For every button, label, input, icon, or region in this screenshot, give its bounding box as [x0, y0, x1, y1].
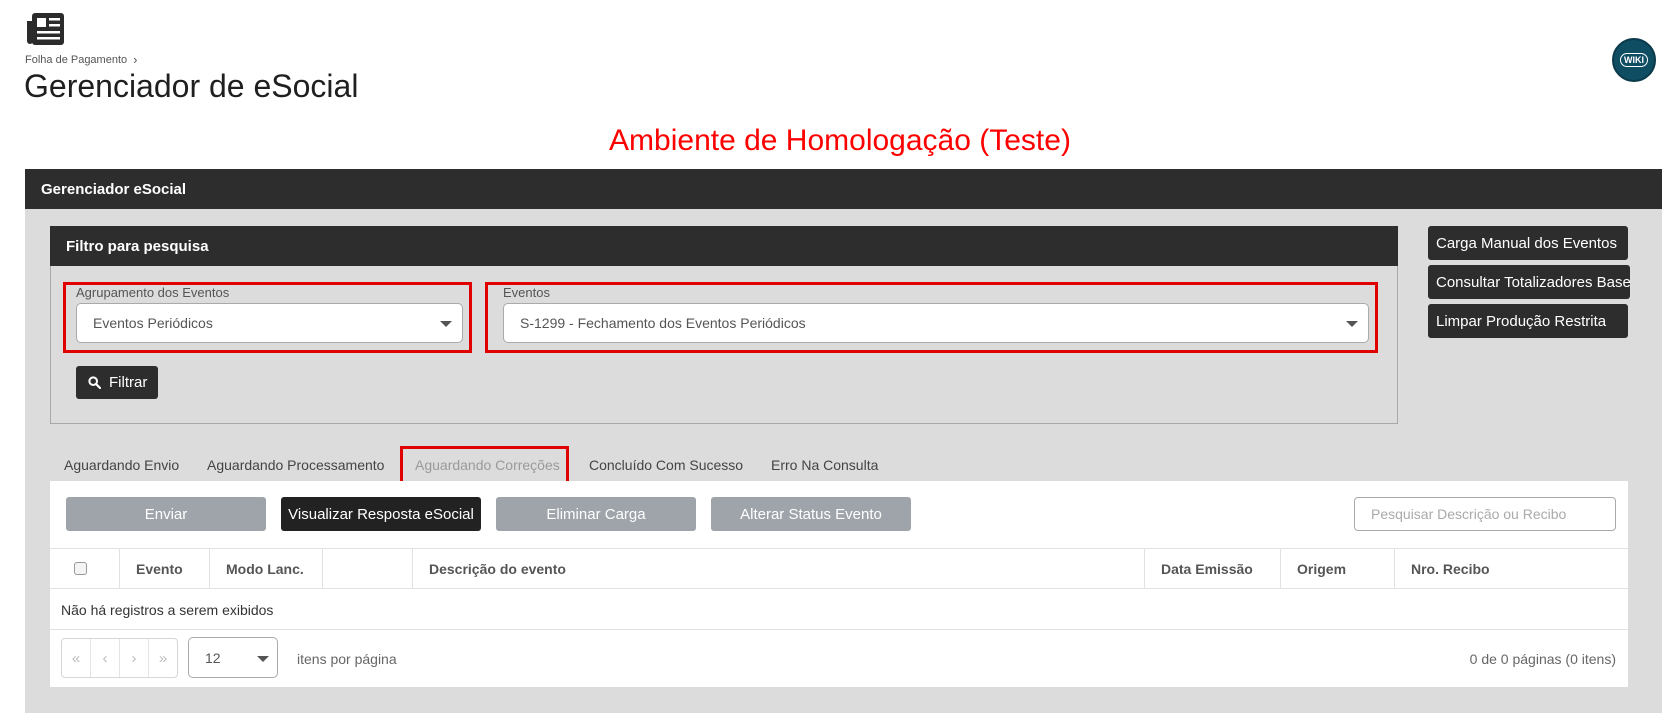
filter-header: Filtro para pesquisa [50, 226, 1398, 266]
pager-divider [50, 629, 1628, 630]
breadcrumb: Folha de Pagamento › [25, 52, 137, 67]
filter-button-label: Filtrar [109, 374, 148, 391]
grouping-label: Agrupamento dos Eventos [76, 285, 230, 300]
next-page-icon[interactable]: › [120, 639, 149, 677]
tab-concluido-com-sucesso[interactable]: Concluído Com Sucesso [589, 457, 743, 473]
select-all-checkbox[interactable] [74, 562, 87, 575]
filter-title: Filtro para pesquisa [66, 237, 209, 255]
change-status-button[interactable]: Alterar Status Evento [711, 497, 911, 531]
page-info: 0 de 0 páginas (0 itens) [1469, 651, 1616, 667]
grouping-select[interactable]: Eventos Periódicos [76, 303, 463, 343]
tab-erro-na-consulta[interactable]: Erro Na Consulta [771, 457, 878, 473]
grid-header: Evento Modo Lanc. Descrição do evento Da… [50, 548, 1628, 589]
newspaper-icon [27, 13, 64, 45]
prev-page-icon[interactable]: ‹ [91, 639, 120, 677]
events-select[interactable]: S-1299 - Fechamento dos Eventos Periódic… [503, 303, 1369, 343]
chevron-down-icon [440, 321, 452, 327]
breadcrumb-item-folha[interactable]: Folha de Pagamento [25, 54, 127, 66]
column-modo-lanc[interactable]: Modo Lanc. [210, 549, 323, 588]
send-button[interactable]: Enviar [66, 497, 266, 531]
clear-restricted-button[interactable]: Limpar Produção Restrita [1428, 304, 1628, 338]
tab-highlight [400, 446, 569, 484]
manual-load-button[interactable]: Carga Manual dos Eventos [1428, 226, 1628, 260]
search-icon [88, 376, 101, 389]
chevron-down-icon [1346, 321, 1358, 327]
breadcrumb-chevron-icon: › [133, 52, 138, 67]
delete-load-button[interactable]: Eliminar Carga [496, 497, 696, 531]
column-data-emissao[interactable]: Data Emissão [1145, 549, 1281, 588]
panel-header: Gerenciador eSocial [25, 169, 1662, 209]
column-evento[interactable]: Evento [120, 549, 210, 588]
per-page-label: itens por página [297, 651, 397, 667]
last-page-icon[interactable]: » [149, 639, 177, 677]
column-descricao[interactable]: Descrição do evento [413, 549, 1145, 588]
column-origem[interactable]: Origem [1281, 549, 1395, 588]
grouping-value: Eventos Periódicos [93, 315, 213, 331]
environment-banner: Ambiente de Homologação (Teste) [609, 124, 1071, 157]
select-all-column [50, 549, 120, 588]
panel-title: Gerenciador eSocial [41, 180, 187, 198]
pager: « ‹ › » [61, 638, 178, 678]
column-blank [323, 549, 413, 588]
page-size-select[interactable]: 12 [188, 637, 278, 678]
wiki-label: WIKI [1620, 53, 1648, 67]
events-label: Eventos [503, 285, 550, 300]
first-page-icon[interactable]: « [62, 639, 91, 677]
wiki-button[interactable]: WIKI [1612, 38, 1656, 82]
chevron-down-icon [257, 656, 269, 662]
tab-aguardando-processamento[interactable]: Aguardando Processamento [207, 457, 384, 473]
empty-message: Não há registros a serem exibidos [61, 602, 274, 618]
search-input[interactable] [1354, 497, 1616, 531]
tab-aguardando-envio[interactable]: Aguardando Envio [64, 457, 179, 473]
filter-button[interactable]: Filtrar [76, 366, 158, 399]
page-size-value: 12 [205, 649, 221, 666]
column-nro-recibo[interactable]: Nro. Recibo [1395, 549, 1628, 588]
events-value: S-1299 - Fechamento dos Eventos Periódic… [520, 315, 806, 331]
totalizers-button[interactable]: Consultar Totalizadores Base [1428, 265, 1630, 299]
view-response-button[interactable]: Visualizar Resposta eSocial [281, 497, 481, 531]
page-title: Gerenciador de eSocial [24, 68, 359, 104]
